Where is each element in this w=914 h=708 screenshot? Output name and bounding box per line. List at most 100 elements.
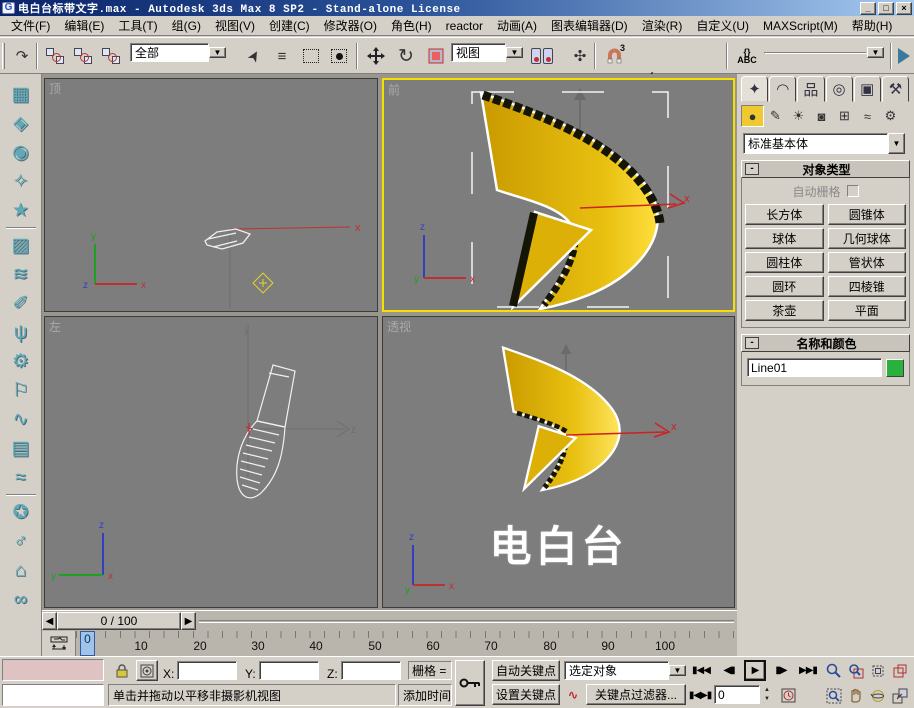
plane-button[interactable]: 平面 xyxy=(828,300,907,321)
viewport-perspective[interactable]: 透视 x xyxy=(382,316,735,608)
time-step-back-icon[interactable]: ◀ xyxy=(42,612,57,630)
select-and-rotate-icon[interactable]: ↻ xyxy=(392,42,420,70)
cylinder-button[interactable]: 圆柱体 xyxy=(745,252,824,273)
object-color-swatch[interactable] xyxy=(886,359,904,377)
menu-edit[interactable]: 编辑(E) xyxy=(57,15,111,36)
keyboard-shortcut-override-icon[interactable] xyxy=(455,660,485,706)
select-and-link-icon[interactable] xyxy=(42,42,68,70)
compounds-tab-icon[interactable]: ◉ xyxy=(6,138,36,167)
zoom-extents-icon[interactable] xyxy=(868,660,888,681)
objects-tab-icon[interactable]: ▦ xyxy=(6,80,36,109)
torus-button[interactable]: 圆环 xyxy=(745,276,824,297)
chevron-down-icon[interactable]: ▼ xyxy=(209,47,226,58)
menu-create[interactable]: 创建(C) xyxy=(262,15,317,36)
mirror-tool-icon[interactable] xyxy=(896,42,912,70)
tab-hierarchy-icon[interactable]: 品 xyxy=(797,76,824,102)
go-to-end-button[interactable]: ▶▶▮ xyxy=(796,660,820,681)
selection-filter-dropdown[interactable]: 全部 ▼ xyxy=(130,42,226,63)
snap-toggle-icon[interactable]: 3 xyxy=(600,42,628,70)
min-max-toggle-icon[interactable] xyxy=(890,685,910,706)
menu-reactor[interactable]: reactor xyxy=(439,17,490,35)
unlink-selection-icon[interactable] xyxy=(70,42,96,70)
rendering-tab-icon[interactable]: ⚙ xyxy=(6,347,36,376)
animation-tab-icon[interactable]: ⚐ xyxy=(6,376,36,405)
shapes-category-icon[interactable]: ✎ xyxy=(764,105,787,127)
viewport-perspective-label[interactable]: 透视 xyxy=(387,318,411,335)
viewport-front[interactable]: 前 x z xyxy=(382,78,735,312)
viewport-left-label[interactable]: 左 xyxy=(49,318,61,335)
menu-rendering[interactable]: 渲染(R) xyxy=(635,15,690,36)
menu-file[interactable]: 文件(F) xyxy=(4,15,57,36)
menu-customize[interactable]: 自定义(U) xyxy=(689,15,756,36)
select-and-move-icon[interactable] xyxy=(362,42,390,70)
pan-hand-icon[interactable] xyxy=(846,685,866,706)
tab-utilities-icon[interactable]: ⚒ xyxy=(882,76,909,102)
arc-rotate-icon[interactable] xyxy=(868,685,888,706)
link-tab-icon[interactable]: ∞ xyxy=(6,585,36,614)
absolute-mode-icon[interactable] xyxy=(136,660,158,681)
systems-category-icon[interactable]: ⚙ xyxy=(879,105,902,127)
lights-category-icon[interactable]: ☀ xyxy=(787,105,810,127)
menu-modifiers[interactable]: 修改器(O) xyxy=(317,15,384,36)
undo-icon[interactable]: ↷ xyxy=(8,42,36,70)
previous-frame-button[interactable]: ◀▮ xyxy=(718,660,740,681)
y-coordinate-input[interactable] xyxy=(260,662,318,679)
box-button[interactable]: 长方体 xyxy=(745,204,824,225)
reactor-tab-icon[interactable]: ≈ xyxy=(6,463,36,492)
rectangular-selection-icon[interactable] xyxy=(298,42,324,70)
architecture-tab-icon[interactable]: ⌂ xyxy=(6,556,36,585)
menu-character[interactable]: 角色(H) xyxy=(384,15,439,36)
toolbar-handle[interactable] xyxy=(2,43,5,69)
menu-graph-editors[interactable]: 图表编辑器(D) xyxy=(544,15,635,36)
new-key-curve-icon[interactable]: ∿ xyxy=(564,684,582,705)
x-coordinate-input[interactable] xyxy=(178,662,236,679)
maximize-button[interactable]: □ xyxy=(878,2,894,15)
teapot-button[interactable]: 茶壶 xyxy=(745,300,824,321)
chevron-down-icon[interactable]: ▼ xyxy=(506,47,523,58)
minimize-button[interactable]: _ xyxy=(860,2,876,15)
lights-cameras-tab-icon[interactable]: ✧ xyxy=(6,167,36,196)
zoom-icon[interactable] xyxy=(824,660,844,681)
tube-button[interactable]: 管状体 xyxy=(828,252,907,273)
auto-key-button[interactable]: 自动关键点 xyxy=(492,660,560,681)
cameras-category-icon[interactable]: ◙ xyxy=(810,105,833,127)
selection-lock-icon[interactable] xyxy=(112,660,132,681)
track-bar-ruler[interactable]: 0 10 20 30 40 50 60 70 80 90 100 xyxy=(76,631,737,656)
dynamics-tab-icon[interactable]: ∿ xyxy=(6,405,36,434)
selection-set-dropdown[interactable]: 选定对象 ▼ xyxy=(564,660,686,681)
menu-tools[interactable]: 工具(T) xyxy=(111,15,164,36)
named-selection-sets-icon[interactable]: {} ABC xyxy=(732,42,762,70)
maxscript-mini-listener-white[interactable] xyxy=(2,684,104,706)
next-frame-button[interactable]: ▮▶ xyxy=(770,660,792,681)
tab-create-icon[interactable]: ✦ xyxy=(741,76,768,102)
chevron-down-icon[interactable]: ▼ xyxy=(669,665,686,676)
primitive-category-dropdown[interactable]: 标准基本体 ▼ xyxy=(743,133,905,154)
time-configuration-icon[interactable] xyxy=(778,685,798,706)
utilities-tab-icon[interactable]: ▤ xyxy=(6,434,36,463)
zoom-all-icon[interactable] xyxy=(846,660,866,681)
close-button[interactable]: × xyxy=(896,2,912,15)
chevron-down-icon[interactable]: ▼ xyxy=(867,47,884,58)
spacewarps-category-icon[interactable]: ≈ xyxy=(856,105,879,127)
bind-to-spacewarp-icon[interactable] xyxy=(98,42,124,70)
chevron-down-icon[interactable]: ▼ xyxy=(888,133,905,154)
current-frame-input[interactable] xyxy=(715,686,759,703)
tab-modify-icon[interactable]: ◠ xyxy=(769,76,796,102)
geosphere-button[interactable]: 几何球体 xyxy=(828,228,907,249)
name-color-rollout-header[interactable]: - 名称和颜色 xyxy=(741,334,910,352)
particles-tab-icon[interactable]: ★ xyxy=(6,196,36,225)
add-time-tag[interactable]: 添加时间 xyxy=(398,684,452,706)
mirror-icon[interactable] xyxy=(528,42,556,70)
helpers-tab-icon[interactable]: ▨ xyxy=(6,231,36,260)
character-tab-icon[interactable]: ♂ xyxy=(6,527,36,556)
key-mode-toggle-icon[interactable]: ▮◀▶▮ xyxy=(690,685,710,706)
object-type-rollout-header[interactable]: - 对象类型 xyxy=(741,160,910,178)
collapse-icon[interactable]: - xyxy=(745,337,759,349)
time-slider-track[interactable] xyxy=(199,620,734,623)
named-selection-dropdown[interactable]: ▼ xyxy=(764,42,884,63)
menu-group[interactable]: 组(G) xyxy=(165,15,208,36)
knot-tab-icon[interactable]: ✪ xyxy=(6,498,36,527)
reference-coordinate-dropdown[interactable]: 视图 ▼ xyxy=(451,42,523,63)
tab-display-icon[interactable]: ▣ xyxy=(854,76,881,102)
frame-spinner[interactable]: ▲▼ xyxy=(761,685,773,704)
